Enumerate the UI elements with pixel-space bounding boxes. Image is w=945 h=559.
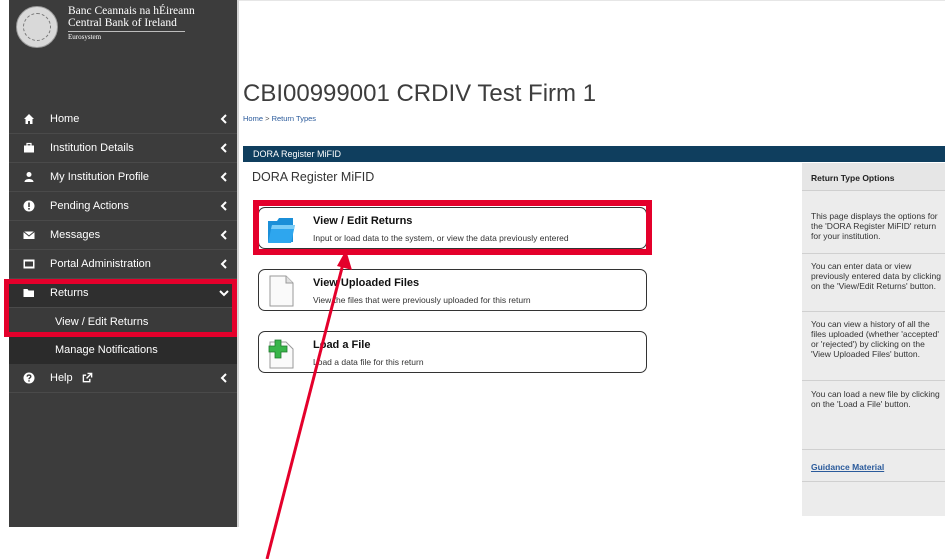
sidebar-item-portal-administration[interactable]: Portal Administration <box>9 250 237 279</box>
external-link-icon <box>82 372 93 383</box>
breadcrumb-home-link[interactable]: Home <box>243 114 263 123</box>
sidebar-edge <box>237 0 239 527</box>
panel-icon <box>23 259 35 269</box>
briefcase-icon <box>24 142 34 153</box>
sidebar-item-pending-actions[interactable]: Pending Actions <box>9 192 237 221</box>
help-text: This page displays the options for the '… <box>811 211 938 241</box>
chevron-left-icon <box>220 114 227 124</box>
sidebar-item-label: My Institution Profile <box>50 171 150 183</box>
breadcrumb-current[interactable]: Return Types <box>272 114 316 123</box>
divider <box>802 380 945 381</box>
breadcrumb: Home > Return Types <box>243 114 316 123</box>
chevron-left-icon <box>220 143 227 153</box>
sidebar-item-label: Messages <box>50 229 101 241</box>
page-title: CBI00999001 CRDIV Test Firm 1 <box>243 80 597 107</box>
panel-header: Return Type Options <box>802 163 945 191</box>
chevron-left-icon <box>220 373 227 383</box>
alert-icon <box>23 200 35 212</box>
help-text: You can load a new file by clicking on t… <box>811 389 940 409</box>
sidebar-item-institution-details[interactable]: Institution Details <box>9 134 237 163</box>
sidebar-item-label: Pending Actions <box>50 200 129 212</box>
home-icon <box>24 114 34 124</box>
section-heading: DORA Register MiFID <box>252 170 375 184</box>
logo[interactable]: Banc Ceannais na hÉireann Central Bank o… <box>9 0 237 70</box>
sidebar-subitem-manage-notifications[interactable]: Manage Notifications <box>9 336 237 364</box>
help-text: You can view a history of all the files … <box>811 319 939 359</box>
sidebar-nav: Home Institution Details My Institution … <box>9 105 237 393</box>
page: Banc Ceannais na hÉireann Central Bank o… <box>0 0 945 559</box>
load-a-file-button[interactable]: Load a File Load a data file for this re… <box>258 331 647 373</box>
question-icon <box>23 372 35 384</box>
option-title: View Uploaded Files <box>313 277 420 289</box>
seal-icon <box>16 6 58 48</box>
logo-eurosystem-text: Eurosystem <box>68 33 102 41</box>
sidebar-item-messages[interactable]: Messages <box>9 221 237 250</box>
panel-title: Return Type Options <box>811 173 895 183</box>
add-document-icon <box>268 339 294 369</box>
document-icon <box>269 275 294 307</box>
chevron-left-icon <box>220 201 227 211</box>
annotation-highlight-view-edit <box>253 200 652 255</box>
chevron-left-icon <box>220 230 227 240</box>
divider <box>802 449 945 450</box>
guidance-material-link[interactable]: Guidance Material <box>811 462 884 472</box>
view-uploaded-files-button[interactable]: View Uploaded Files View the files that … <box>258 269 647 311</box>
option-description: View the files that were previously uplo… <box>313 295 531 305</box>
option-title: Load a File <box>313 339 371 351</box>
logo-irish-text: Banc Ceannais na hÉireann <box>68 5 195 17</box>
return-type-options-panel: Return Type Options This page displays t… <box>802 163 945 516</box>
divider <box>802 253 945 254</box>
annotation-highlight-returns <box>4 279 237 337</box>
divider <box>802 311 945 312</box>
option-description: Load a data file for this return <box>313 357 424 367</box>
breadcrumb-separator: > <box>263 114 272 123</box>
chevron-left-icon <box>220 172 227 182</box>
sidebar: Banc Ceannais na hÉireann Central Bank o… <box>9 0 239 527</box>
sidebar-item-my-institution-profile[interactable]: My Institution Profile <box>9 163 237 192</box>
divider <box>802 481 945 482</box>
sidebar-item-label: Institution Details <box>50 142 134 154</box>
panel-title-bar: DORA Register MiFID <box>243 146 945 162</box>
sidebar-subitem-label: Manage Notifications <box>55 344 158 356</box>
envelope-icon <box>23 231 35 239</box>
help-text: You can enter data or view previously en… <box>811 261 941 291</box>
user-icon <box>24 172 34 182</box>
sidebar-item-label: Portal Administration <box>50 258 151 270</box>
logo-english-text: Central Bank of Ireland <box>68 17 177 29</box>
sidebar-item-home[interactable]: Home <box>9 105 237 134</box>
chevron-left-icon <box>220 259 227 269</box>
sidebar-item-label: Home <box>50 113 80 125</box>
sidebar-item-label: Help <box>50 372 73 384</box>
sidebar-item-help[interactable]: Help <box>9 364 237 393</box>
logo-divider <box>68 31 185 32</box>
